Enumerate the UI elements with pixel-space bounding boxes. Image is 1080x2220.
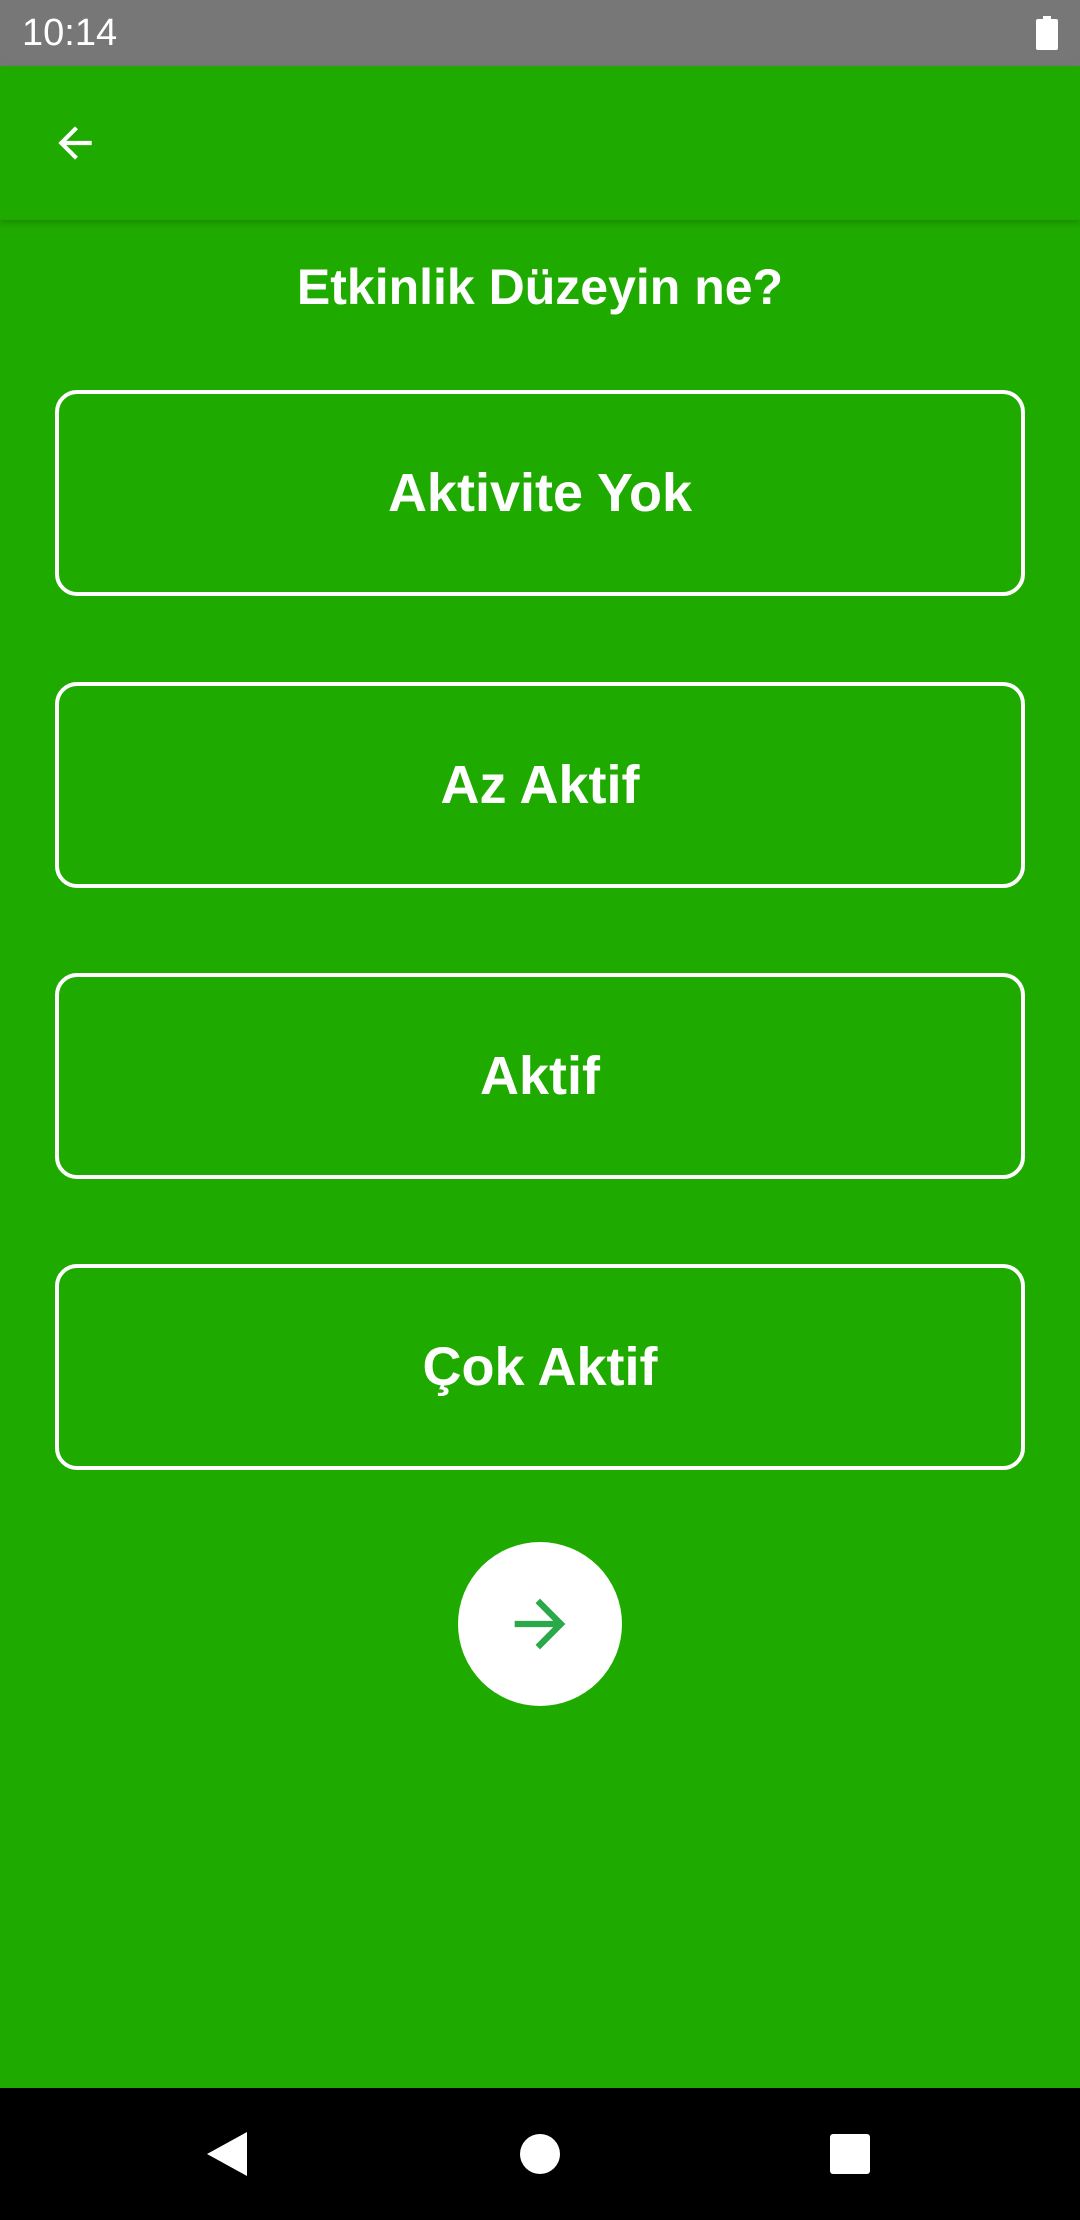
battery-icon: [1036, 16, 1058, 50]
square-recents-icon: [830, 2134, 870, 2174]
question-title: Etkinlik Düzeyin ne?: [296, 259, 784, 315]
option-label: Aktivite Yok: [387, 463, 693, 523]
option-label: Çok Aktif: [422, 1337, 658, 1397]
status-time: 10:14: [22, 12, 118, 54]
option-label: Aktif: [480, 1046, 600, 1106]
arrow-left-icon: [58, 126, 92, 160]
arrow-right-icon: [514, 1598, 566, 1650]
navigation-bar: [0, 2088, 1080, 2220]
nav-recents-button[interactable]: [810, 2114, 890, 2194]
option-lightly-active-button[interactable]: Az Aktif: [55, 682, 1025, 888]
status-bar: 10:14: [0, 0, 1080, 66]
app-bar: [0, 66, 1080, 220]
nav-home-button[interactable]: [500, 2114, 580, 2194]
circle-home-icon: [520, 2134, 560, 2174]
option-active-button[interactable]: Aktif: [55, 973, 1025, 1179]
option-no-activity-button[interactable]: Aktivite Yok: [55, 390, 1025, 596]
triangle-back-icon: [207, 2132, 247, 2176]
nav-back-button[interactable]: [186, 2114, 266, 2194]
next-button[interactable]: [458, 1542, 622, 1706]
option-label: Az Aktif: [440, 755, 640, 815]
option-very-active-button[interactable]: Çok Aktif: [55, 1264, 1025, 1470]
back-button[interactable]: [40, 108, 110, 178]
